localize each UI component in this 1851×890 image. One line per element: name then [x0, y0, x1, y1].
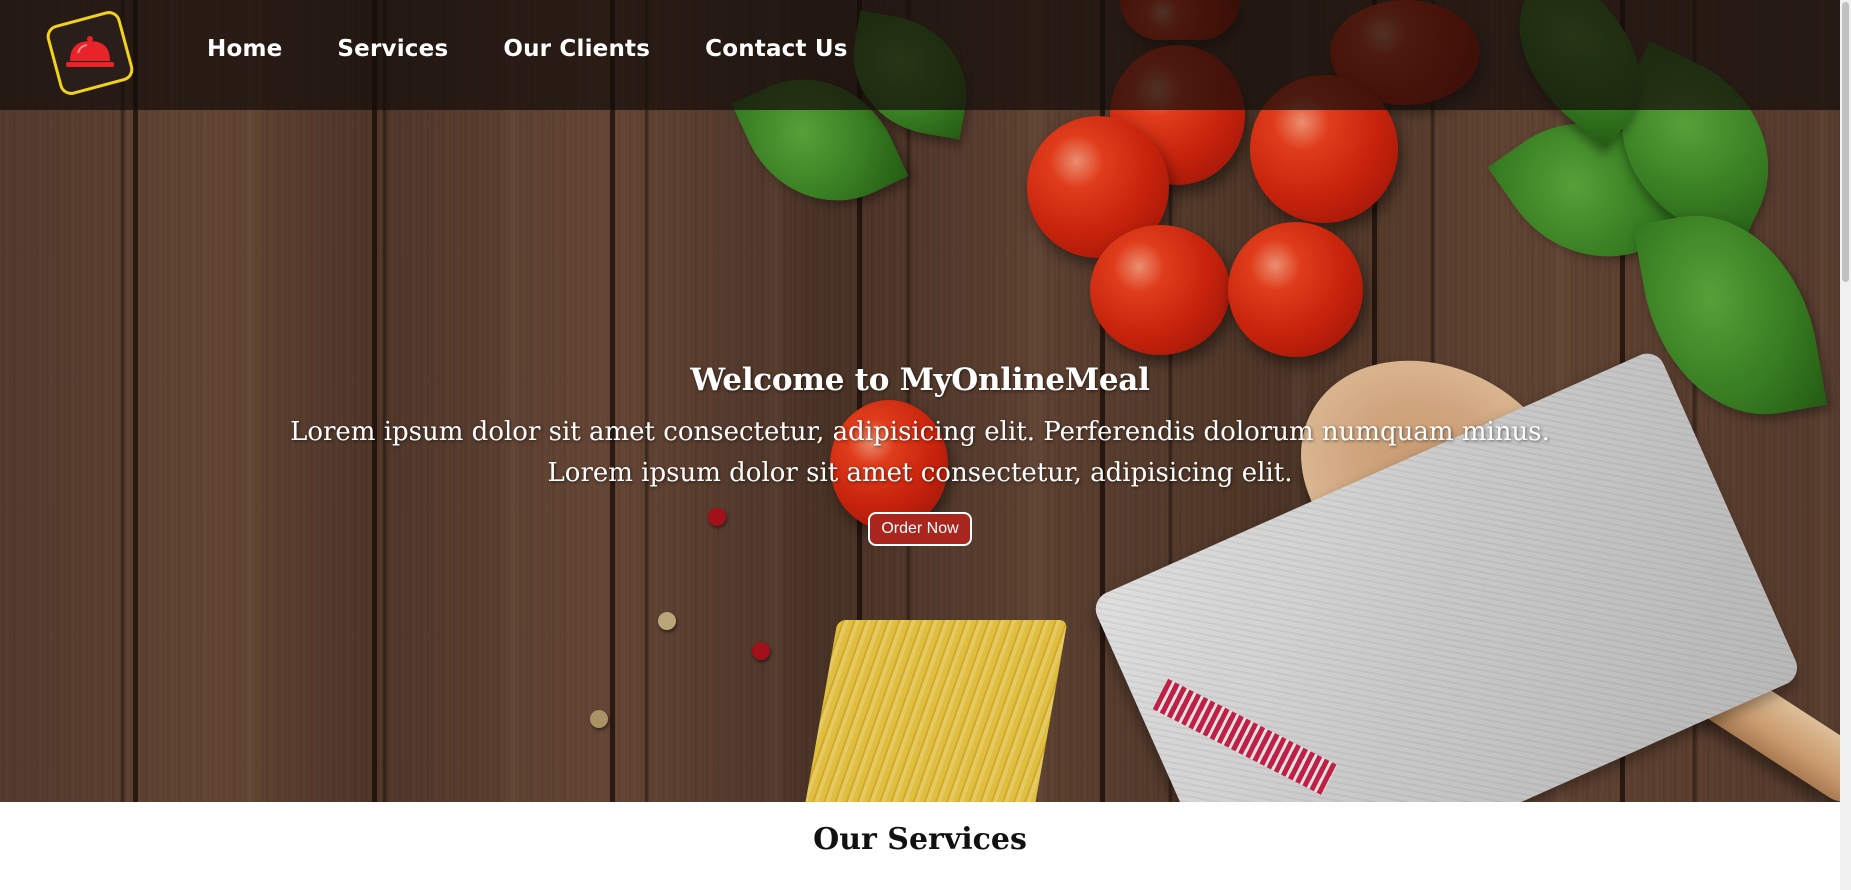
hero-description: Lorem ipsum dolor sit amet consectetur, … — [290, 417, 1550, 488]
nav-link-contact-us[interactable]: Contact Us — [705, 36, 848, 62]
scrollbar-thumb[interactable] — [1842, 2, 1849, 282]
order-now-button[interactable]: Order Now — [868, 512, 972, 546]
nav-link-our-clients[interactable]: Our Clients — [503, 36, 650, 62]
services-heading: Our Services — [813, 822, 1027, 857]
hero-content: Welcome to MyOnlineMeal Lorem ipsum dolo… — [0, 362, 1840, 546]
nav-link-services[interactable]: Services — [337, 36, 448, 62]
hero-title: Welcome to MyOnlineMeal — [690, 362, 1150, 398]
cloche-icon — [66, 36, 114, 67]
page-scrollbar[interactable] — [1840, 0, 1851, 890]
nav-links: Home Services Our Clients Contact Us — [207, 36, 848, 62]
nav-link-home[interactable]: Home — [207, 36, 282, 62]
logo[interactable] — [43, 8, 137, 98]
navbar: Home Services Our Clients Contact Us — [0, 0, 1840, 110]
